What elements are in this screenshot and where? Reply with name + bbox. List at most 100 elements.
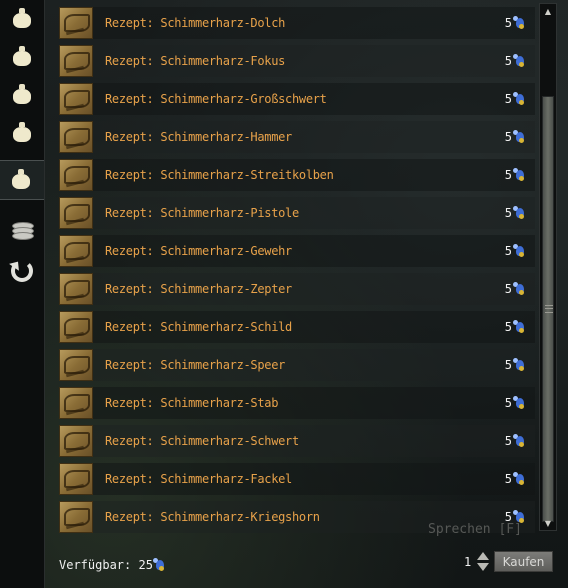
item-price: 5 [505,42,525,80]
coins-icon [11,222,34,240]
item-price: 5 [505,346,525,384]
item-price: 5 [505,194,525,232]
tab-1[interactable] [0,38,44,76]
item-list: Rezept: Schimmerharz-Dolch 5 Rezept: Schim… [57,4,535,536]
list-item[interactable]: Rezept: Schimmerharz-Schild 5 [57,308,535,346]
buy-button[interactable]: Kaufen [494,551,553,572]
price-value: 5 [504,434,512,448]
karma-icon [513,320,525,334]
karma-icon [513,434,525,448]
list-item[interactable]: Rezept: Schimmerharz-Hammer 5 [57,118,535,156]
tab-column [0,0,45,588]
undo-icon [11,260,33,282]
increment-arrow-icon[interactable] [477,552,489,560]
list-item[interactable]: Rezept: Schimmerharz-Speer 5 [57,346,535,384]
recipe-icon [59,349,93,381]
item-name: Rezept: Schimmerharz-Schild [105,320,292,334]
price-value: 5 [504,396,512,410]
price-value: 5 [504,510,512,524]
item-price: 5 [505,156,525,194]
recipe-icon [59,311,93,343]
item-name: Rezept: Schimmerharz-Stab [105,396,279,410]
price-value: 5 [504,244,512,258]
price-value: 5 [504,206,512,220]
decrement-arrow-icon[interactable] [477,563,489,571]
item-price: 5 [505,384,525,422]
tab-3[interactable] [0,114,44,152]
scroll-thumb[interactable] [542,96,554,522]
item-name: Rezept: Schimmerharz-Fokus [105,54,286,68]
item-name: Rezept: Schimmerharz-Hammer [105,130,292,144]
price-value: 5 [504,92,512,106]
list-item[interactable]: Rezept: Schimmerharz-Pistole 5 [57,194,535,232]
karma-icon [513,130,525,144]
scrollbar[interactable]: ▲ ▼ [539,3,557,531]
recipe-icon [59,501,93,533]
list-item[interactable]: Rezept: Schimmerharz-Zepter 5 [57,270,535,308]
karma-icon [513,16,525,30]
tab-6[interactable] [0,252,44,290]
item-price: 5 [505,460,525,498]
karma-icon [513,54,525,68]
list-item[interactable]: Rezept: Schimmerharz-Gewehr 5 [57,232,535,270]
item-name: Rezept: Schimmerharz-Gewehr [105,244,292,258]
karma-icon [513,472,525,486]
available-currency: Verfügbar: 25 [59,558,165,572]
item-price: 5 [505,498,525,536]
tab-0[interactable] [0,0,44,38]
recipe-icon [59,463,93,495]
item-price: 5 [505,118,525,156]
list-item[interactable]: Rezept: Schimmerharz-Streitkolben 5 [57,156,535,194]
bag-icon [12,46,32,68]
grip-icon [545,305,553,313]
price-value: 5 [504,320,512,334]
price-value: 5 [504,54,512,68]
item-price: 5 [505,4,525,42]
bag-icon [12,8,32,30]
tab-5[interactable] [0,212,44,250]
price-value: 5 [504,282,512,296]
list-item[interactable]: Rezept: Schimmerharz-Fokus 5 [57,42,535,80]
recipe-icon [59,159,93,191]
list-item[interactable]: Rezept: Schimmerharz-Großschwert 5 [57,80,535,118]
item-price: 5 [505,422,525,460]
tab-4[interactable] [0,160,44,200]
karma-icon [513,510,525,524]
scroll-up-arrow[interactable]: ▲ [542,6,554,16]
price-value: 5 [504,358,512,372]
quantity-stepper[interactable] [475,551,489,573]
item-price: 5 [505,80,525,118]
item-name: Rezept: Schimmerharz-Großschwert [105,92,327,106]
item-name: Rezept: Schimmerharz-Speer [105,358,286,372]
bag-icon [12,84,32,106]
recipe-icon [59,387,93,419]
karma-icon [513,92,525,106]
recipe-icon [59,83,93,115]
item-name: Rezept: Schimmerharz-Dolch [105,16,286,30]
karma-icon [513,358,525,372]
recipe-icon [59,45,93,77]
recipe-icon [59,425,93,457]
recipe-icon [59,235,93,267]
price-value: 5 [504,16,512,30]
recipe-icon [59,7,93,39]
karma-icon [513,168,525,182]
list-item[interactable]: Rezept: Schimmerharz-Stab 5 [57,384,535,422]
list-item[interactable]: Rezept: Schimmerharz-Schwert 5 [57,422,535,460]
item-price: 5 [505,308,525,346]
price-value: 5 [504,472,512,486]
karma-icon [513,282,525,296]
list-item[interactable]: Rezept: Schimmerharz-Dolch 5 [57,4,535,42]
item-name: Rezept: Schimmerharz-Schwert [105,434,299,448]
list-item[interactable]: Rezept: Schimmerharz-Fackel 5 [57,460,535,498]
item-name: Rezept: Schimmerharz-Streitkolben [105,168,334,182]
bag-icon [11,169,31,191]
tab-2[interactable] [0,76,44,114]
available-label: Verfügbar: 25 [59,558,153,572]
karma-icon [152,558,165,572]
item-name: Rezept: Schimmerharz-Fackel [105,472,292,486]
karma-icon [513,396,525,410]
item-price: 5 [505,232,525,270]
quantity-value[interactable]: 1 [464,555,471,569]
scroll-down-arrow[interactable]: ▼ [542,518,554,528]
